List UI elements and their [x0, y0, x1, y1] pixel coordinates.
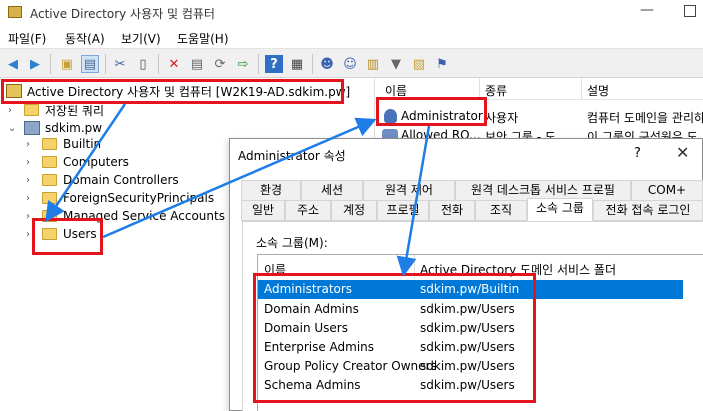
- domain-icon: [24, 121, 40, 135]
- chevron-right-icon[interactable]: ›: [26, 175, 36, 186]
- title-bar: Active Directory 사용자 및 컴퓨터 —: [0, 0, 703, 26]
- tab-organization[interactable]: 조직: [475, 200, 527, 221]
- annotation-box-root: [1, 79, 344, 104]
- tab-com-plus[interactable]: COM+: [631, 180, 703, 201]
- menu-help[interactable]: 도움말(H): [177, 30, 229, 47]
- tab-profile[interactable]: 프로필: [377, 200, 429, 221]
- folder-icon: [42, 174, 57, 186]
- annotation-box-groups: [253, 273, 536, 403]
- column-description[interactable]: 설명: [587, 82, 609, 99]
- tab-telephones[interactable]: 전화: [429, 200, 475, 221]
- tree-item-foreign-security-principals[interactable]: › ForeignSecurityPrincipals: [26, 189, 214, 207]
- folder-icon: [42, 138, 57, 150]
- ad-app-icon: [8, 6, 22, 18]
- tree-label: Domain Controllers: [63, 173, 179, 187]
- dialog-title: Administrator 속성: [238, 149, 346, 163]
- tab-environment[interactable]: 환경: [241, 180, 301, 201]
- menu-view[interactable]: 보기(V): [121, 30, 161, 47]
- tree-label: Computers: [63, 155, 129, 169]
- chevron-down-icon[interactable]: ⌄: [8, 123, 18, 134]
- tree-label: Builtin: [63, 137, 102, 151]
- row-description: 컴퓨터 도메인을 관리하: [587, 111, 703, 125]
- add-group-icon[interactable]: ☺: [341, 55, 359, 73]
- up-folder-icon[interactable]: ▣: [58, 55, 76, 73]
- column-type[interactable]: 종류: [485, 82, 507, 99]
- chevron-right-icon[interactable]: ›: [26, 157, 36, 168]
- add-ou-icon[interactable]: ▥: [364, 55, 382, 73]
- tab-dial-in[interactable]: 전화 접속 로그인: [593, 200, 703, 221]
- forward-arrow-icon[interactable]: ▶: [26, 55, 44, 73]
- tree-label: sdkim.pw: [45, 121, 103, 135]
- properties-icon[interactable]: ▤: [188, 55, 206, 73]
- add-user-icon[interactable]: ☻: [318, 55, 336, 73]
- menu-action[interactable]: 동작(A): [65, 30, 105, 47]
- tab-member-of[interactable]: 소속 그룹: [527, 198, 593, 221]
- tab-sessions[interactable]: 세션: [301, 180, 363, 201]
- row-type: 사용자: [485, 111, 519, 125]
- tree-label: 저장된 쿼리: [45, 103, 105, 118]
- annotation-box-administrator: [376, 97, 487, 126]
- help-button[interactable]: ?: [634, 146, 641, 161]
- delete-icon[interactable]: ✕: [165, 55, 183, 73]
- folder-icon: [42, 156, 57, 168]
- chevron-right-icon[interactable]: ›: [26, 139, 36, 150]
- tab-address[interactable]: 주소: [285, 200, 331, 221]
- tab-account[interactable]: 계정: [331, 200, 377, 221]
- maximize-button[interactable]: [684, 5, 696, 17]
- tree-item-computers[interactable]: › Computers: [26, 153, 129, 171]
- export-icon[interactable]: ⇨: [234, 55, 252, 73]
- close-button[interactable]: ✕: [676, 143, 689, 162]
- chevron-right-icon[interactable]: ›: [8, 105, 18, 116]
- minimize-button[interactable]: —: [640, 2, 654, 18]
- refresh-icon[interactable]: ⟳: [211, 55, 229, 73]
- menu-bar: 파일(F) 동작(A) 보기(V) 도움말(H): [0, 26, 703, 48]
- chevron-right-icon[interactable]: ›: [26, 193, 36, 204]
- member-of-label: 소속 그룹(M):: [256, 236, 328, 250]
- move-icon[interactable]: ⚑: [433, 55, 451, 73]
- back-arrow-icon[interactable]: ◀: [4, 55, 22, 73]
- tree-label: ForeignSecurityPrincipals: [63, 191, 215, 205]
- tree-item-builtin[interactable]: › Builtin: [26, 135, 101, 153]
- console-tree-icon[interactable]: ▤: [81, 55, 99, 73]
- filter-icon[interactable]: ▼: [387, 55, 405, 73]
- cut-icon[interactable]: ✂: [111, 55, 129, 73]
- annotation-box-users: [32, 218, 103, 255]
- folder-icon: [42, 192, 57, 204]
- tab-general[interactable]: 일반: [241, 200, 285, 221]
- tree-item-domain-controllers[interactable]: › Domain Controllers: [26, 171, 179, 189]
- folder-icon: [24, 104, 39, 116]
- toolbar: ◀ ▶ ▣ ▤ ✂ ▯ ✕ ▤ ⟳ ⇨ ? ▦ ☻ ☺ ▥ ▼ ▧ ⚑: [0, 48, 703, 78]
- copy-icon[interactable]: ▯: [134, 55, 152, 73]
- window-title: Active Directory 사용자 및 컴퓨터: [30, 7, 215, 21]
- menu-file[interactable]: 파일(F): [8, 30, 46, 47]
- tab-remote-control[interactable]: 원격 제어: [363, 180, 455, 201]
- add-to-group-icon[interactable]: ▧: [410, 55, 428, 73]
- help-icon[interactable]: ?: [265, 55, 283, 73]
- console-icon[interactable]: ▦: [288, 55, 306, 73]
